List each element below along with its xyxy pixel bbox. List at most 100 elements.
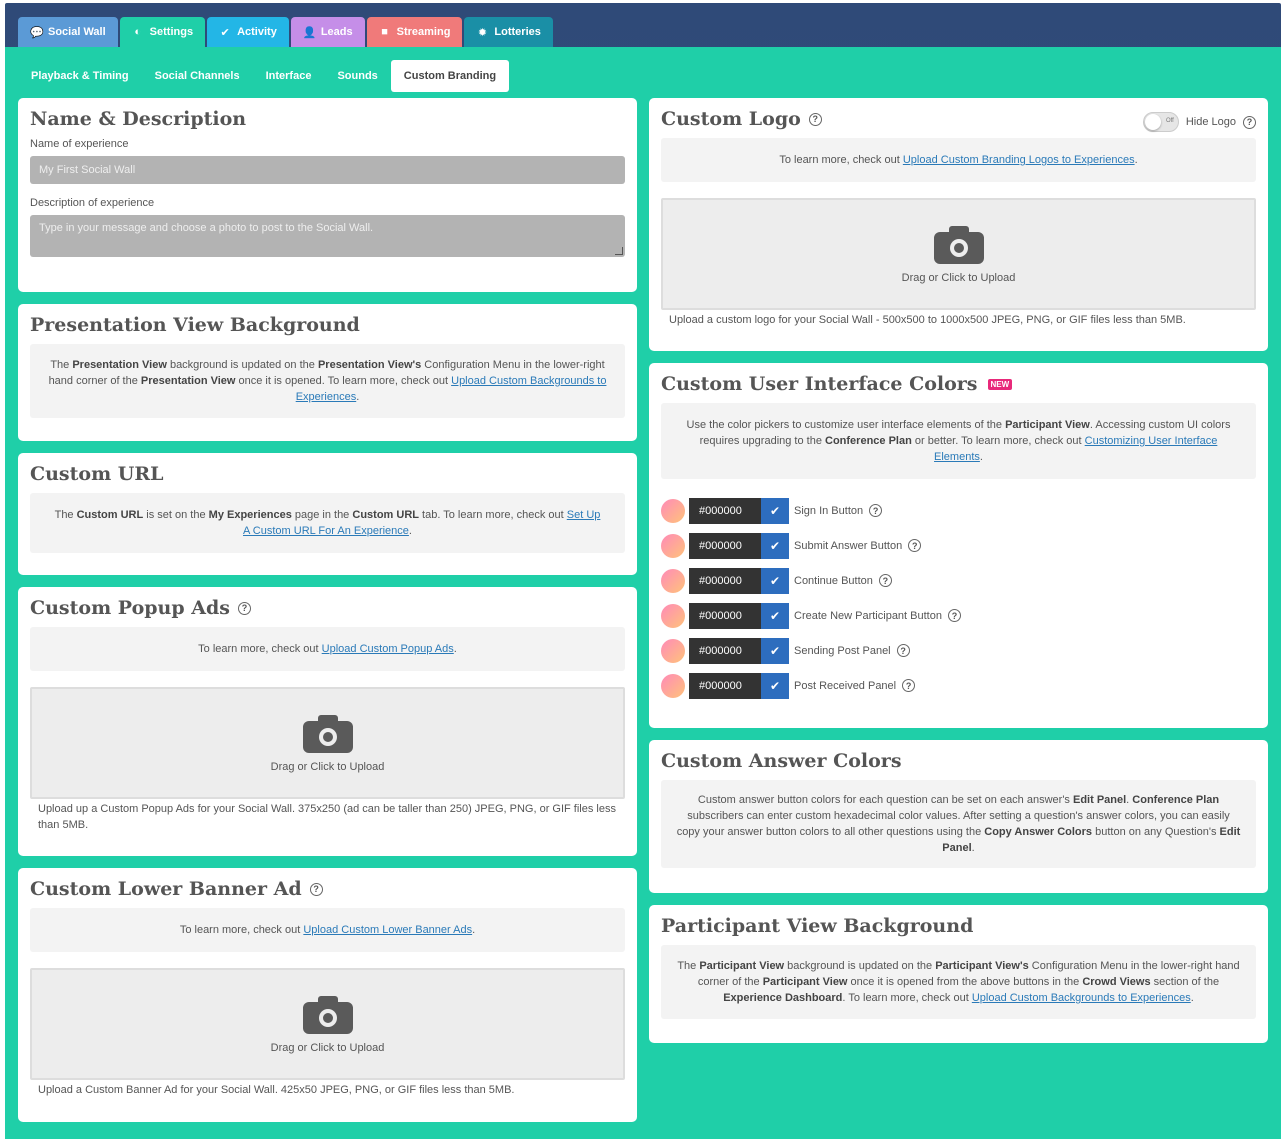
info-text: tab. To learn more, check out (418, 509, 567, 521)
info-bold: Participant View (1005, 419, 1090, 431)
settings-panel: Playback & Timing Social Channels Interfac… (5, 47, 1281, 1139)
check-icon: ✔ (769, 608, 781, 623)
camera-icon (302, 994, 353, 1034)
participant-background-card: Participant View Background The Particip… (649, 905, 1268, 1043)
help-icon[interactable]: ? (902, 679, 916, 692)
help-icon[interactable]: ? (808, 112, 822, 126)
subtab-interface[interactable]: Interface (253, 60, 325, 92)
help-icon[interactable]: ? (309, 882, 323, 896)
confirm-color-button[interactable]: ✔ (761, 637, 789, 664)
info-text: The (50, 359, 73, 371)
confirm-color-button[interactable]: ✔ (761, 567, 789, 594)
help-link[interactable]: Upload Custom Branding Logos to Experien… (903, 154, 1135, 166)
info-text: once it is opened. To learn more, check … (235, 375, 452, 387)
help-icon[interactable]: ? (1243, 115, 1256, 129)
custom-url-card: Custom URL The Custom URL is set on the … (18, 453, 637, 575)
info-bold: Presentation View (140, 375, 236, 387)
info-box: Custom answer button colors for each que… (661, 780, 1256, 868)
info-bold: Participant View (762, 976, 848, 988)
description-textarea[interactable]: Type in your message and choose a photo … (30, 215, 625, 257)
color-picker-list: #000000 ✔ Sign In Button? #000000 ✔ Submit An… (661, 493, 1256, 703)
color-swatch[interactable] (661, 533, 685, 558)
upload-text: Drag or Click to Upload (270, 761, 385, 773)
info-box: Use the color pickers to customize user … (661, 403, 1256, 479)
hex-color-input[interactable]: #000000 (689, 672, 761, 699)
help-icon[interactable]: ? (869, 504, 883, 517)
description-label: Description of experience (30, 197, 155, 209)
user-icon: 👤 (302, 26, 317, 39)
help-icon[interactable]: ? (947, 609, 961, 622)
color-swatch[interactable] (661, 603, 685, 628)
answer-colors-card: Custom Answer Colors Custom answer butto… (649, 740, 1268, 893)
upload-note: Upload a Custom Banner Ad for your Socia… (38, 1084, 515, 1096)
main-tabs: 💬 Social Wall ◐ Settings ✔ Activity 👤 Leads ■ Str… (18, 17, 553, 47)
info-text: . (971, 842, 975, 854)
tab-activity[interactable]: ✔ Activity (207, 17, 289, 47)
check-icon: ✔ (769, 643, 781, 658)
confirm-color-button[interactable]: ✔ (761, 497, 789, 524)
settings-subtabs: Playback & Timing Social Channels Interfac… (18, 60, 510, 92)
tab-streaming[interactable]: ■ Streaming (366, 17, 463, 47)
help-icon[interactable]: ? (908, 539, 922, 552)
check-icon: ✔ (769, 573, 781, 588)
subtab-custom-branding[interactable]: Custom Branding (390, 60, 510, 92)
lower-banner-card: Custom Lower Banner Ad? To learn more, c… (18, 868, 637, 1122)
tab-label: Settings (149, 26, 194, 38)
hex-color-input[interactable]: #000000 (689, 567, 761, 594)
chat-bubble-icon: 💬 (30, 26, 44, 39)
presentation-background-card: Presentation View Background The Present… (18, 304, 637, 441)
check-icon: ✔ (769, 503, 781, 518)
tab-social-wall[interactable]: 💬 Social Wall (18, 17, 118, 47)
color-label: Continue Button (794, 574, 873, 587)
info-box: To learn more, check out Upload Custom L… (30, 908, 625, 952)
help-link[interactable]: Upload Custom Backgrounds to Experiences (972, 992, 1191, 1004)
tab-label: Leads (320, 26, 353, 38)
card-title: Presentation View Background (30, 314, 360, 336)
subtab-playback-timing[interactable]: Playback & Timing (18, 60, 142, 92)
color-swatch[interactable] (661, 568, 685, 593)
hex-color-input[interactable]: #000000 (689, 602, 761, 629)
gear-burst-icon: ✹ (477, 26, 488, 39)
subtab-sounds[interactable]: Sounds (324, 60, 390, 92)
info-text: The (54, 509, 77, 521)
video-camera-icon: ■ (381, 26, 388, 38)
tab-leads[interactable]: 👤 Leads (290, 17, 365, 47)
info-bold: Copy Answer Colors (984, 826, 1093, 838)
subtab-social-channels[interactable]: Social Channels (142, 60, 253, 92)
help-link[interactable]: Upload Custom Popup Ads (322, 643, 454, 655)
info-text: . (356, 391, 360, 403)
upload-dropzone[interactable]: Drag or Click to Upload (661, 198, 1256, 310)
upload-dropzone[interactable]: Drag or Click to Upload (30, 968, 625, 1080)
help-icon[interactable]: ? (237, 601, 251, 615)
tab-lotteries[interactable]: ✹ Lotteries (464, 17, 553, 47)
hex-color-input[interactable]: #000000 (689, 532, 761, 559)
color-picker-row: #000000 ✔ Sign In Button? (661, 493, 1256, 528)
help-icon[interactable]: ? (878, 574, 892, 587)
color-picker-row: #000000 ✔ Post Received Panel? (661, 668, 1256, 703)
hex-color-input[interactable]: #000000 (689, 497, 761, 524)
info-text: button on any Question's (1092, 826, 1220, 838)
confirm-color-button[interactable]: ✔ (761, 532, 789, 559)
card-title-text: Custom Popup Ads (30, 597, 230, 619)
info-text: section of the (1150, 976, 1220, 988)
tab-settings[interactable]: ◐ Settings (119, 17, 206, 47)
color-label: Sending Post Panel (794, 644, 891, 657)
help-icon[interactable]: ? (896, 644, 910, 657)
camera-icon (933, 224, 984, 264)
color-swatch[interactable] (661, 498, 685, 523)
hide-logo-toggle[interactable]: Off (1142, 112, 1179, 132)
info-bold: Conference Plan (1132, 794, 1220, 806)
info-bold: Conference Plan (825, 435, 912, 447)
upload-text: Drag or Click to Upload (901, 272, 1016, 284)
new-badge: NEW (987, 378, 1013, 390)
confirm-color-button[interactable]: ✔ (761, 672, 789, 699)
color-swatch[interactable] (661, 673, 685, 698)
help-link[interactable]: Upload Custom Lower Banner Ads (303, 924, 472, 936)
upload-dropzone[interactable]: Drag or Click to Upload (30, 687, 625, 799)
hex-color-input[interactable]: #000000 (689, 637, 761, 664)
color-label: Submit Answer Button (794, 539, 903, 552)
info-text: or better. To learn more, check out (911, 435, 1085, 447)
name-input[interactable]: My First Social Wall (30, 156, 625, 184)
confirm-color-button[interactable]: ✔ (761, 602, 789, 629)
color-swatch[interactable] (661, 638, 685, 663)
